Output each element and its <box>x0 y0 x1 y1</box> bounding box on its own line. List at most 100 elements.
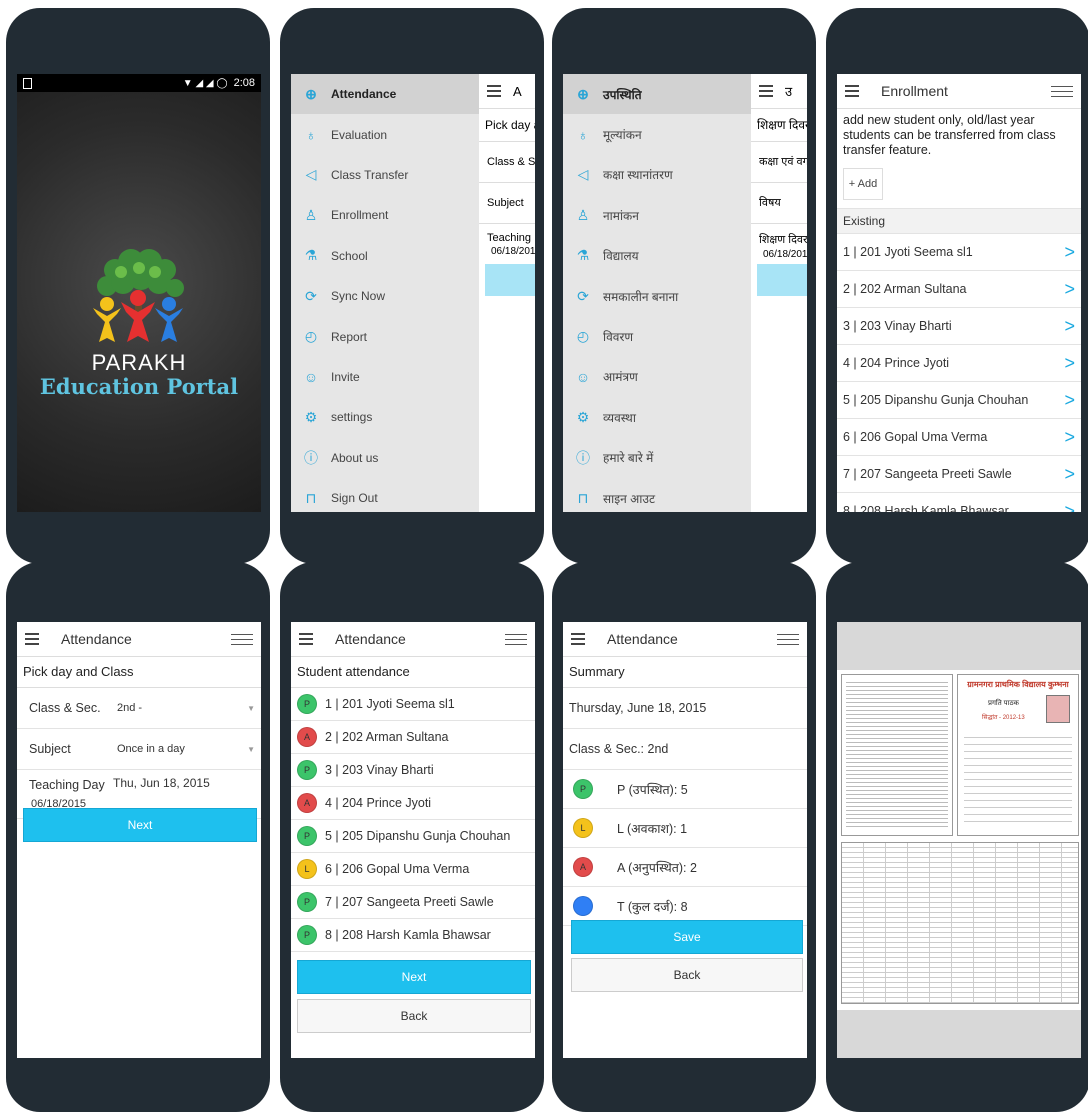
menu-icon[interactable] <box>571 630 585 648</box>
page-title: Attendance <box>607 631 678 647</box>
attendance-row[interactable]: P 5 | 205 Dipanshu Gunja Chouhan <box>291 820 535 853</box>
attendance-row[interactable]: L 6 | 206 Gopal Uma Verma <box>291 853 535 886</box>
sync-icon: ⟳ <box>577 287 589 304</box>
drawer-item-evaluation-hi[interactable]: ♁ मूल्यांकन <box>563 114 751 154</box>
drawer-item-school-hi[interactable]: ⚗ विद्यालय <box>563 236 751 276</box>
back-button[interactable]: Back <box>297 999 531 1033</box>
filter-icon[interactable] <box>777 630 799 649</box>
menu-icon[interactable] <box>487 82 501 100</box>
status-badge[interactable]: P <box>297 826 317 846</box>
peek-class-hi: कक्षा एवं वग <box>751 142 807 183</box>
chevron-right-icon: > <box>1064 463 1075 484</box>
list-item[interactable]: 8 | 208 Harsh Kamla Bhawsar > <box>837 493 1081 513</box>
attendance-row[interactable]: P 1 | 201 Jyoti Seema sl1 <box>291 688 535 721</box>
list-item[interactable]: 7 | 207 Sangeeta Preeti Sawle > <box>837 456 1081 493</box>
drawer-item-enrollment-hi[interactable]: ♙ नामांकन <box>563 195 751 235</box>
menu-icon[interactable] <box>299 630 313 648</box>
list-item[interactable]: 3 | 203 Vinay Bharti > <box>837 308 1081 345</box>
send-icon: ◁ <box>577 166 589 183</box>
drawer-item-attendance[interactable]: ⊕ Attendance <box>291 74 479 115</box>
attendance-topbar: Attendance <box>563 622 807 657</box>
add-student-button[interactable]: + Add <box>843 168 883 200</box>
drawer-item-about-hi[interactable]: ⓘ हमारे बारे में <box>563 438 751 478</box>
next-button[interactable]: Next <box>23 808 257 842</box>
drawer-item-class-transfer[interactable]: ◁ Class Transfer <box>291 155 479 195</box>
peek-next-button[interactable] <box>485 264 535 296</box>
gear-icon: ⚙ <box>304 408 318 425</box>
status-badge[interactable]: P <box>297 925 317 945</box>
gear-icon: ⚙ <box>576 408 590 425</box>
report-left-panel <box>841 674 953 836</box>
drawer-item-invite-hi[interactable]: ☺ आमंत्रण <box>563 357 751 397</box>
list-item[interactable]: 4 | 204 Prince Jyoti > <box>837 345 1081 382</box>
flask-icon: ⚗ <box>576 247 590 264</box>
back-button[interactable]: Back <box>571 958 803 992</box>
list-item[interactable]: 2 | 202 Arman Sultana > <box>837 271 1081 308</box>
drawer-item-sync[interactable]: ⟳ Sync Now <box>291 276 479 316</box>
peek-teaching-hi: शिक्षण दिवर <box>759 234 807 246</box>
filter-icon[interactable] <box>231 630 253 649</box>
list-item[interactable]: 6 | 206 Gopal Uma Verma > <box>837 419 1081 456</box>
notification-icon <box>23 77 32 89</box>
peek-next-button-hi[interactable] <box>757 264 807 296</box>
student-photo <box>1046 695 1070 723</box>
student-attendance-screen: Attendance Student attendance P 1 | 201 J… <box>291 622 535 1058</box>
chevron-right-icon: > <box>1064 426 1075 447</box>
drawer-item-sync-hi[interactable]: ⟳ समकालीन बनाना <box>563 276 751 316</box>
menu-icon[interactable] <box>25 630 39 648</box>
enrollment-screen: Enrollment add new student only, old/las… <box>837 74 1081 512</box>
peek-class: Class & Se <box>479 142 535 183</box>
attendance-row[interactable]: P 8 | 208 Harsh Kamla Bhawsar <box>291 919 535 952</box>
lock-icon: ⊓ <box>577 489 589 506</box>
save-button[interactable]: Save <box>571 920 803 954</box>
list-item[interactable]: 1 | 201 Jyoti Seema sl1 > <box>837 234 1081 271</box>
phone-student-attendance: Attendance Student attendance P 1 | 201 J… <box>280 562 544 1112</box>
drawer-item-attendance-hi[interactable]: ⊕ उपस्थिति <box>563 74 751 115</box>
phone-report: ग्रामनगरा प्राथमिक विद्यालय कुम्भना प्रग… <box>826 562 1088 1112</box>
plus-circle-icon: ⊕ <box>305 85 317 102</box>
filter-icon[interactable] <box>505 630 527 649</box>
drawer-item-signout[interactable]: ⊓ Sign Out <box>291 478 479 512</box>
report-table-cols <box>842 843 1078 1003</box>
drawer-item-settings-hi[interactable]: ⚙ व्यवस्था <box>563 397 751 437</box>
drawer-item-about[interactable]: ⓘ About us <box>291 438 479 478</box>
info-icon: ⓘ <box>304 449 318 466</box>
report-year: सिद्धांत - 2012-13 <box>982 715 1025 721</box>
peek-topbar: A <box>479 74 535 109</box>
drawer-item-settings[interactable]: ⚙ settings <box>291 397 479 437</box>
peek-content: A Pick day a Class & Se Subject Teaching… <box>479 74 535 512</box>
attendance-row[interactable]: A 2 | 202 Arman Sultana <box>291 721 535 754</box>
drawer-item-class-transfer-hi[interactable]: ◁ कक्षा स्थानांतरण <box>563 155 751 195</box>
status-badge[interactable]: P <box>297 760 317 780</box>
attendance-row[interactable]: P 3 | 203 Vinay Bharti <box>291 754 535 787</box>
status-badge[interactable]: A <box>297 793 317 813</box>
class-select[interactable]: Class & Sec. 2nd - ▼ <box>17 688 261 729</box>
peek-pick: Pick day a <box>479 109 535 142</box>
summary-count-row: P P (उपस्थित): 5 <box>563 770 807 809</box>
subject-select[interactable]: Subject Once in a day ▼ <box>17 729 261 770</box>
drawer-item-signout-hi[interactable]: ⊓ साइन आउट <box>563 478 751 512</box>
phone-splash: ▼ ◢ ◢ ◯ 2:08 PARAKH Education Portal <box>6 8 270 564</box>
drawer-item-enrollment[interactable]: ♙ Enrollment <box>291 195 479 235</box>
menu-icon[interactable] <box>759 82 773 100</box>
drawer-item-school[interactable]: ⚗ School <box>291 236 479 276</box>
status-badge[interactable]: P <box>297 892 317 912</box>
drawer-item-report[interactable]: ◴ Report <box>291 316 479 356</box>
user-add-icon: ♙ <box>576 206 590 223</box>
attendance-row[interactable]: A 4 | 204 Prince Jyoti <box>291 787 535 820</box>
clock-icon: ◴ <box>576 328 590 345</box>
drawer-item-report-hi[interactable]: ◴ विवरण <box>563 316 751 356</box>
attendance-row[interactable]: P 7 | 207 Sangeeta Preeti Sawle <box>291 886 535 919</box>
status-badge[interactable]: P <box>297 694 317 714</box>
report-screen: ग्रामनगरा प्राथमिक विद्यालय कुम्भना प्रग… <box>837 622 1081 1058</box>
next-button[interactable]: Next <box>297 960 531 994</box>
drawer-item-invite[interactable]: ☺ Invite <box>291 357 479 397</box>
filter-icon[interactable] <box>1051 82 1073 101</box>
list-item[interactable]: 5 | 205 Dipanshu Gunja Chouhan > <box>837 382 1081 419</box>
status-badge[interactable]: A <box>297 727 317 747</box>
brand-tagline: Education Portal <box>39 374 239 399</box>
status-badge[interactable]: L <box>297 859 317 879</box>
drawer-item-evaluation[interactable]: ♁ Evaluation <box>291 114 479 154</box>
summary-count-row: A A (अनुपस्थित): 2 <box>563 848 807 887</box>
menu-icon[interactable] <box>845 82 859 100</box>
